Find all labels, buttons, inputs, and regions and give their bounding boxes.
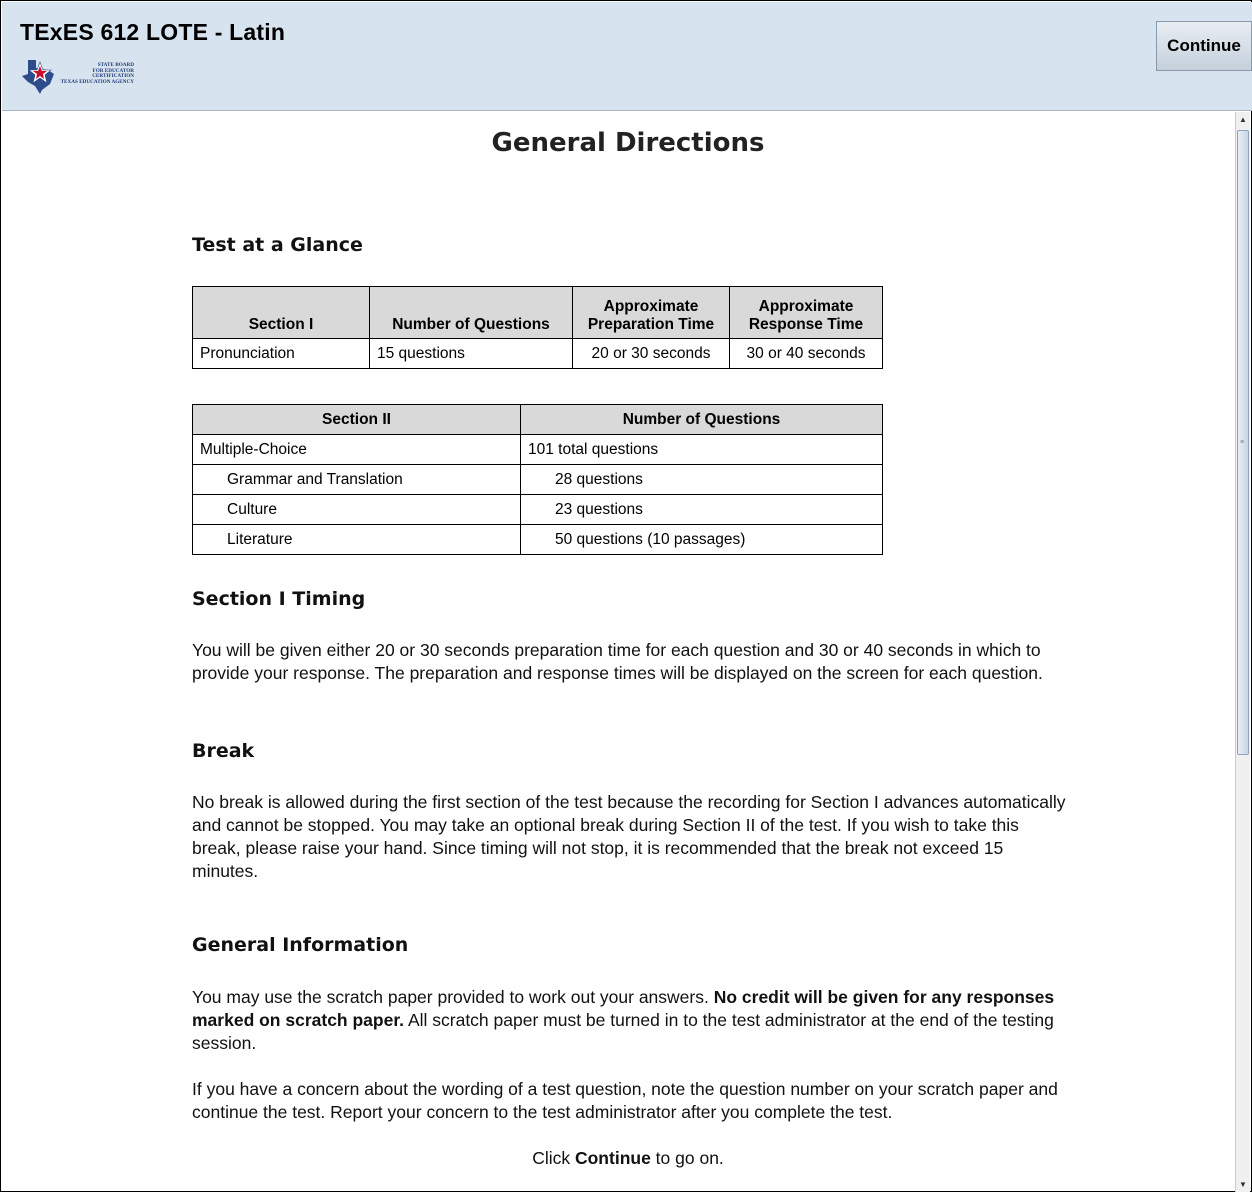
table-row: Culture 23 questions <box>192 494 883 525</box>
app-title: TExES 612 LOTE - Latin <box>20 19 286 45</box>
table-header-row: Section I Number of Questions Approximat… <box>192 286 883 339</box>
table-row: Pronunciation 15 questions 20 or 30 seco… <box>192 338 883 369</box>
concern-text: If you have a concern about the wording … <box>192 1079 1058 1122</box>
table-row: Literature 50 questions (10 passages) <box>192 524 883 555</box>
vertical-scrollbar[interactable]: ▲ ≡ ▼ <box>1235 112 1250 1192</box>
table-cell: 30 or 40 seconds <box>729 338 883 369</box>
table-row: Grammar and Translation 28 questions <box>192 464 883 495</box>
table-cell: 23 questions <box>520 494 883 525</box>
break-text: No break is allowed during the first sec… <box>192 792 1066 881</box>
general-information-text: You may use the scratch paper provided t… <box>192 987 1055 1053</box>
continue-instruction: Click Continue to go on. <box>532 1148 724 1168</box>
texas-map-icon <box>22 60 54 94</box>
section-one-table: Section I Number of Questions Approximat… <box>192 286 883 369</box>
table-header-cell: Approximate Preparation Time <box>572 286 730 339</box>
continue-button[interactable]: Continue <box>1156 21 1252 71</box>
table-header-cell: Section II <box>192 404 521 435</box>
break-heading: Break <box>192 740 255 762</box>
table-cell: 28 questions <box>520 464 883 495</box>
scroll-up-arrow-icon[interactable]: ▲ <box>1236 112 1250 127</box>
general-information-heading: General Information <box>192 934 409 956</box>
table-header-cell: Section I <box>192 286 370 339</box>
table-header-cell: Approximate Response Time <box>729 286 883 339</box>
sbec-logo: STATE BOARD FOR EDUCATOR CERTIFICATION T… <box>20 54 134 108</box>
section-timing-text: You will be given either 20 or 30 second… <box>192 640 1043 683</box>
table-cell: 20 or 30 seconds <box>572 338 730 369</box>
logo-lettering: STATE BOARD FOR EDUCATOR CERTIFICATION T… <box>60 62 134 85</box>
table-header-row: Section II Number of Questions <box>192 404 883 435</box>
table-header-cell: Number of Questions <box>520 404 883 435</box>
table-cell: Pronunciation <box>192 338 370 369</box>
section-timing-heading: Section I Timing <box>192 588 366 610</box>
table-cell: Grammar and Translation <box>192 464 521 495</box>
table-row: Multiple-Choice 101 total questions <box>192 434 883 465</box>
scroll-thumb[interactable]: ≡ <box>1237 130 1249 755</box>
table-cell: 101 total questions <box>520 434 883 465</box>
page-title: General Directions <box>491 128 765 158</box>
section-two-table: Section II Number of Questions Multiple-… <box>192 404 883 555</box>
table-cell: 50 questions (10 passages) <box>520 524 883 555</box>
scroll-down-arrow-icon[interactable]: ▼ <box>1236 1177 1250 1192</box>
main-content: General Directions Test at a Glance Sect… <box>2 112 1236 1192</box>
table-cell: 15 questions <box>369 338 573 369</box>
table-header-cell: Number of Questions <box>369 286 573 339</box>
grip-icon: ≡ <box>1240 439 1245 446</box>
header-bar: TExES 612 LOTE - Latin STATE BOARD FOR E… <box>2 2 1252 111</box>
test-at-a-glance-heading: Test at a Glance <box>192 234 363 256</box>
table-cell: Literature <box>192 524 521 555</box>
app-window: TExES 612 LOTE - Latin STATE BOARD FOR E… <box>0 0 1252 1192</box>
table-cell: Multiple-Choice <box>192 434 521 465</box>
table-cell: Culture <box>192 494 521 525</box>
